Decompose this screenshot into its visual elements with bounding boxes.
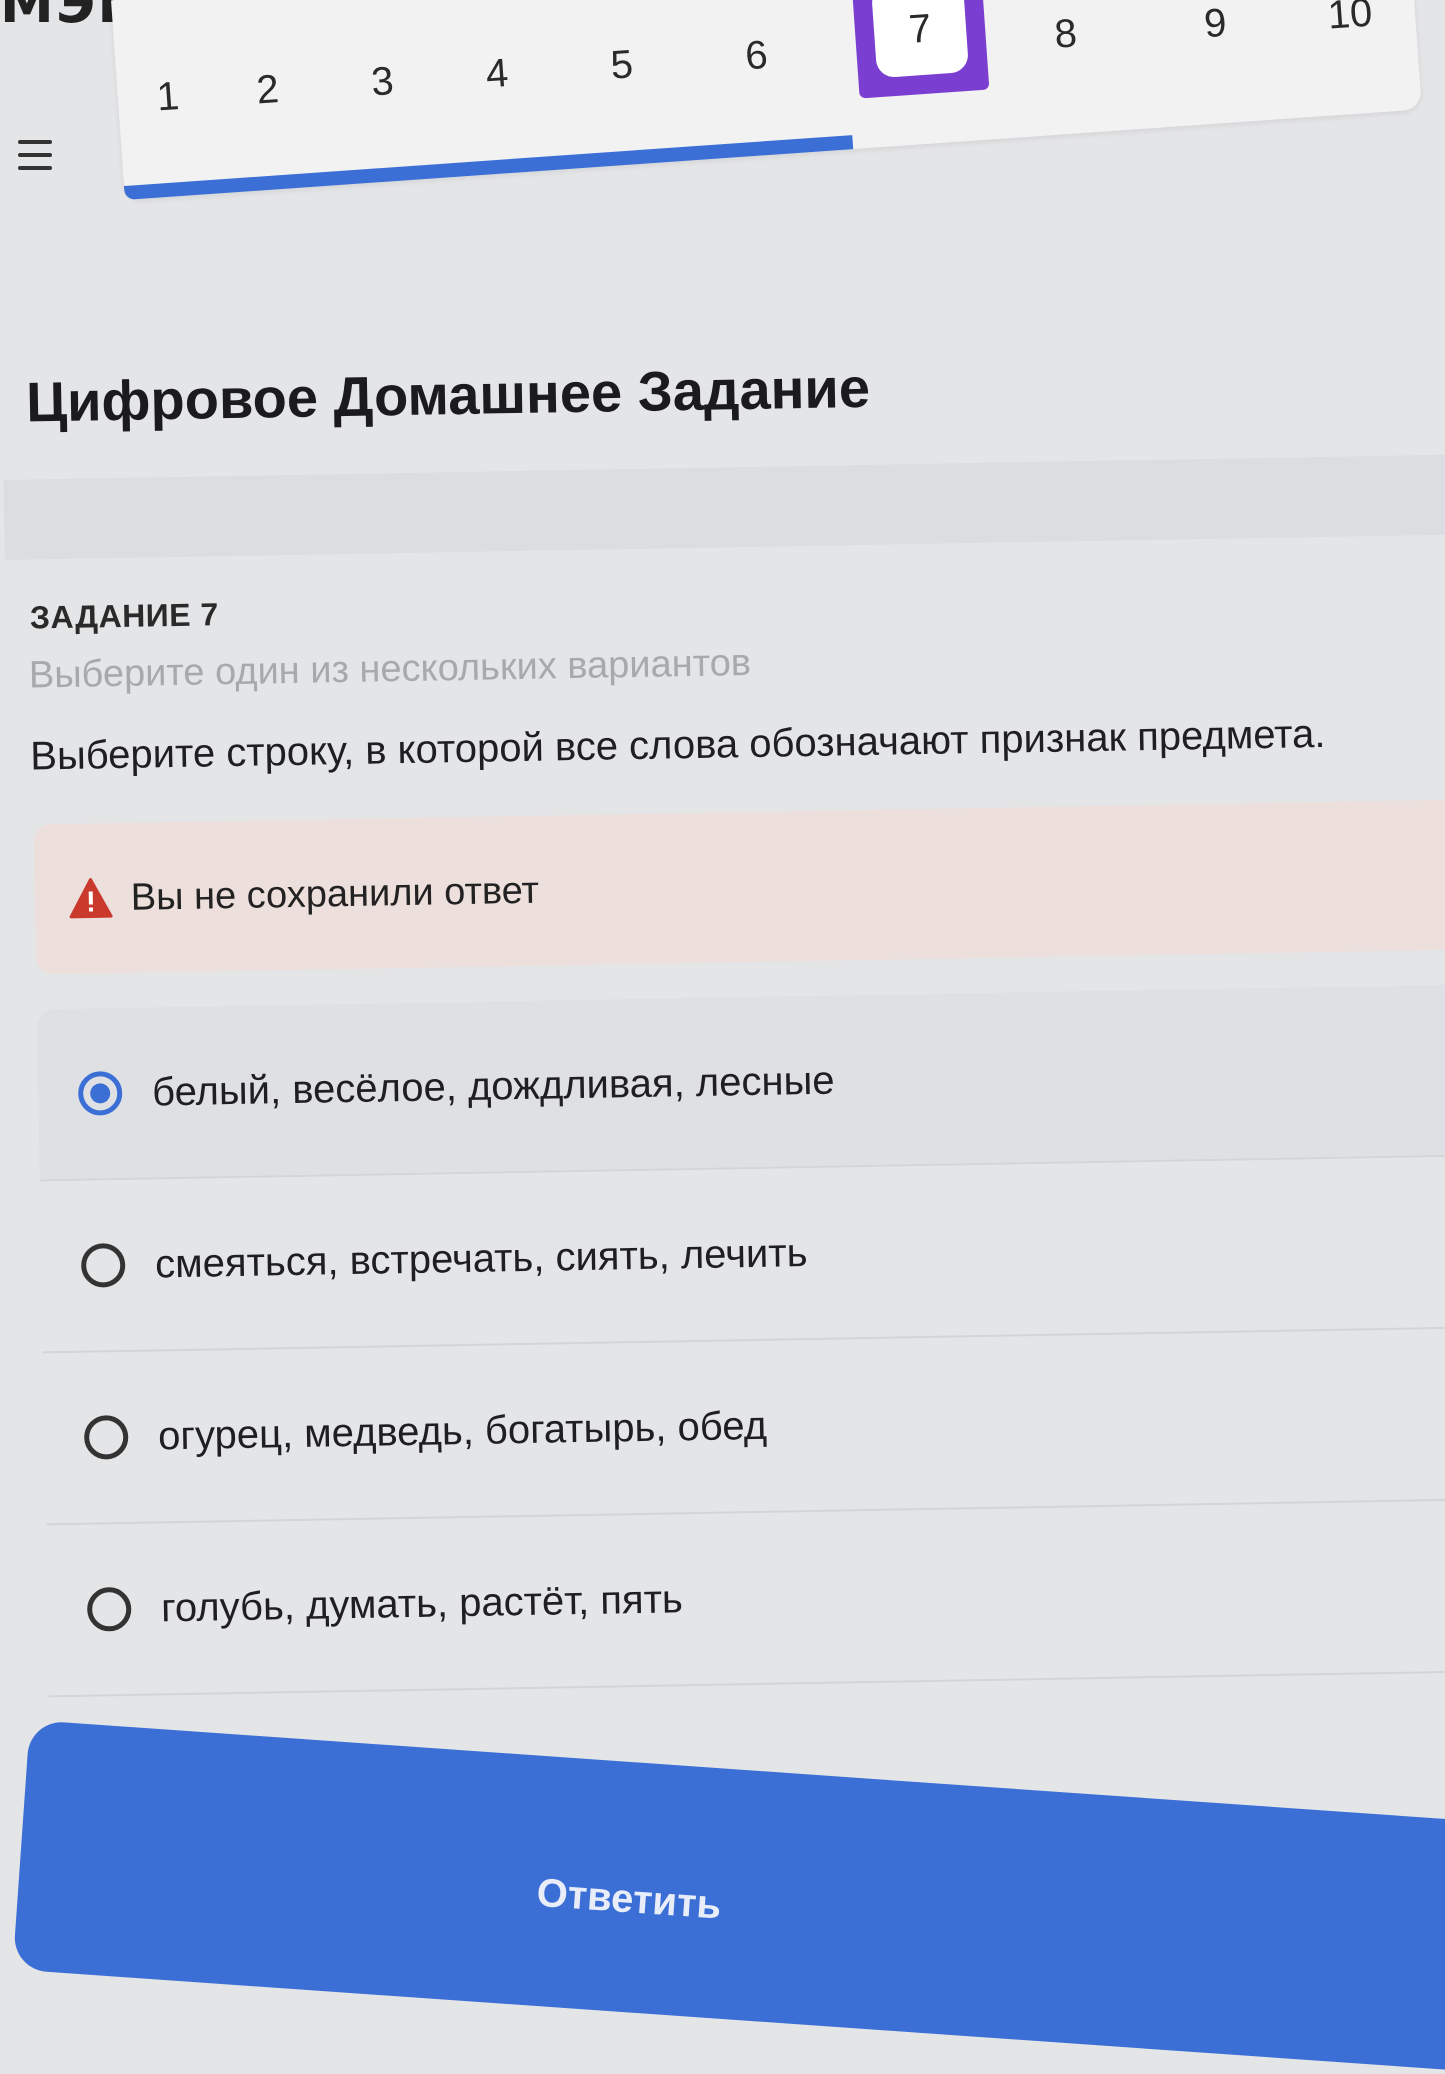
title-divider bbox=[3, 453, 1445, 560]
radio-button[interactable] bbox=[86, 1586, 132, 1632]
radio-button-checked[interactable] bbox=[77, 1070, 123, 1116]
tab-task-9[interactable]: 9 bbox=[1139, 0, 1293, 128]
tab-task-1[interactable]: 1 bbox=[111, 0, 225, 200]
tab-label: 10 bbox=[1326, 0, 1374, 38]
tab-task-4[interactable]: 4 bbox=[435, 0, 559, 177]
tab-task-5[interactable]: 5 bbox=[555, 0, 689, 169]
menu-icon-line bbox=[18, 140, 52, 144]
tab-task-8[interactable]: 8 bbox=[989, 0, 1143, 139]
task-content: Цифровое Домашнее Задание ЗАДАНИЕ 7 Выбе… bbox=[0, 254, 1445, 1698]
warning-icon bbox=[68, 876, 113, 921]
radio-button[interactable] bbox=[80, 1242, 126, 1288]
task-hint: Выберите один из нескольких вариантов bbox=[28, 641, 752, 697]
tab-task-3[interactable]: 3 bbox=[321, 0, 445, 185]
option-label: огурец, медведь, богатырь, обед bbox=[157, 1403, 768, 1458]
answer-options: белый, весёлое, дождливая, лесные смеять… bbox=[36, 984, 1445, 1698]
option-label: смеяться, встречать, сиять, лечить bbox=[154, 1230, 808, 1286]
submit-answer-button[interactable]: Ответить bbox=[12, 1720, 1445, 2074]
tab-label: 6 bbox=[743, 32, 770, 78]
tab-label: 5 bbox=[609, 41, 635, 88]
answer-option-3[interactable]: огурец, медведь, богатырь, обед bbox=[42, 1328, 1445, 1526]
tab-task-10[interactable]: 10 bbox=[1278, 0, 1422, 118]
radio-button[interactable] bbox=[83, 1414, 129, 1460]
menu-icon-line bbox=[18, 153, 52, 157]
option-label: голубь, думать, растёт, пять bbox=[160, 1576, 684, 1630]
tab-task-2[interactable]: 2 bbox=[211, 0, 325, 193]
warning-text: Вы не сохранили ответ bbox=[130, 869, 540, 919]
answer-option-2[interactable]: смеяться, встречать, сиять, лечить bbox=[39, 1156, 1445, 1354]
tab-label: 4 bbox=[484, 50, 510, 96]
question-text: Выберите строку, в которой все слова обо… bbox=[29, 711, 1326, 779]
tab-label: 2 bbox=[254, 66, 281, 113]
answer-option-4[interactable]: голубь, думать, растёт, пять bbox=[45, 1500, 1445, 1698]
tab-label: 1 bbox=[155, 73, 181, 119]
tab-task-7-active[interactable]: 7 bbox=[850, 0, 990, 99]
option-label: белый, весёлое, дождливая, лесные bbox=[151, 1058, 835, 1114]
page-title: Цифровое Домашнее Задание bbox=[25, 355, 871, 434]
task-number: ЗАДАНИЕ 7 bbox=[29, 596, 220, 636]
answer-option-1[interactable]: белый, весёлое, дождливая, лесные bbox=[36, 984, 1445, 1182]
tab-label: 9 bbox=[1202, 0, 1228, 46]
tab-task-6[interactable]: 6 bbox=[685, 0, 829, 160]
task-tabs: 1 2 3 4 5 6 7 8 9 10 bbox=[111, 0, 1422, 200]
tab-label: 3 bbox=[369, 58, 395, 104]
tab-label: 8 bbox=[1053, 10, 1079, 57]
menu-icon[interactable] bbox=[18, 140, 52, 170]
unsaved-warning: Вы не сохранили ответ bbox=[33, 799, 1445, 975]
tab-label: 7 bbox=[870, 0, 970, 79]
menu-icon-line bbox=[18, 166, 52, 170]
